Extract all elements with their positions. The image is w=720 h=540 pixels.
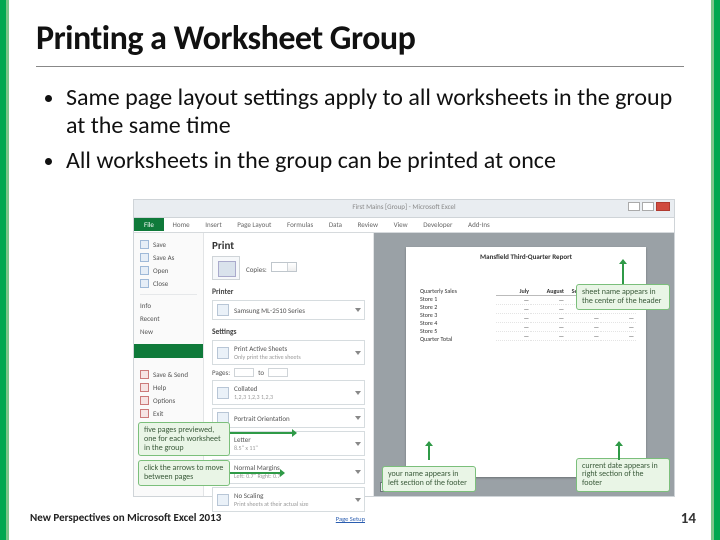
save-send-icon: [140, 370, 149, 379]
copies-label: Copies:: [246, 265, 267, 274]
chevron-down-icon: [355, 498, 361, 502]
nav-close[interactable]: Close: [140, 277, 197, 290]
setting-orientation[interactable]: Portrait Orientation: [212, 408, 365, 428]
pages-range: Pages:to: [212, 368, 365, 377]
pages-to-input[interactable]: [268, 368, 288, 377]
sheets-icon: [217, 347, 229, 359]
callout-name-footer-left: your name appears in left section of the…: [382, 466, 476, 492]
nav-exit[interactable]: Exit: [140, 407, 197, 420]
callout-arrow: [230, 472, 284, 474]
nav-recent[interactable]: Recent: [140, 312, 197, 325]
printer-name: Samsung ML-2510 Series: [234, 306, 305, 315]
tab-developer[interactable]: Developer: [416, 218, 459, 229]
tab-view[interactable]: View: [387, 218, 415, 229]
nav-options[interactable]: Options: [140, 394, 197, 407]
printer-section-label: Printer: [212, 288, 365, 297]
chevron-down-icon: [355, 351, 361, 355]
nav-save-as[interactable]: Save As: [140, 251, 197, 264]
nav-save-send[interactable]: Save & Send: [140, 368, 197, 381]
open-icon: [140, 266, 149, 275]
setting-scaling[interactable]: No ScalingPrint sheets at their actual s…: [212, 487, 365, 512]
save-icon: [140, 240, 149, 249]
print-heading: Print: [212, 239, 365, 252]
setting-scope[interactable]: Print Active SheetsOnly print the active…: [212, 340, 365, 365]
preview-header-center: Mansfield Third-Quarter Report: [480, 253, 572, 260]
help-icon: [140, 383, 149, 392]
bullet-item: Same page layout settings apply to all w…: [66, 84, 680, 141]
tab-data[interactable]: Data: [322, 218, 349, 229]
tab-insert[interactable]: Insert: [198, 218, 228, 229]
tab-formulas[interactable]: Formulas: [280, 218, 320, 229]
nav-footer-links: Save & Send Help Options Exit: [140, 368, 197, 420]
slide-accent-left: [0, 0, 6, 540]
options-icon: [140, 396, 149, 405]
copies-spinner[interactable]: [271, 262, 297, 272]
title-underline: [36, 66, 684, 67]
bullet-list: Same page layout settings apply to all w…: [46, 84, 680, 181]
chevron-down-icon: [355, 470, 361, 474]
callout-pages-previewed: five pages previewed, one for each works…: [138, 422, 230, 456]
slide-accent-right: [714, 0, 720, 540]
settings-section-label: Settings: [212, 328, 365, 337]
printer-select[interactable]: Samsung ML-2510 Series: [212, 300, 365, 320]
close-file-icon: [140, 279, 149, 288]
nav-separator: [140, 294, 197, 295]
nav-print-selected[interactable]: [134, 344, 203, 358]
printer-icon: [217, 304, 229, 316]
setting-paper-size[interactable]: Letter8.5" x 11": [212, 431, 365, 456]
window-title: First Mains [Group] - Microsoft Excel: [352, 202, 455, 211]
nav-new[interactable]: New: [140, 325, 197, 338]
callout-arrow: [230, 432, 296, 434]
callout-date-footer-right: current date appears in right section of…: [576, 458, 670, 492]
callout-sheet-name-header: sheet name appears in the center of the …: [576, 284, 670, 310]
ribbon-tabs: File Home Insert Page Layout Formulas Da…: [134, 218, 674, 233]
bullet-item: All worksheets in the group can be print…: [66, 147, 680, 175]
print-button-row: Copies:: [212, 256, 365, 280]
chevron-down-icon: [355, 308, 361, 312]
chevron-down-icon: [355, 391, 361, 395]
print-settings-column: Print Copies: Printer Samsung ML-2510 Se…: [204, 233, 374, 496]
page-setup-link[interactable]: Page Setup: [212, 515, 365, 523]
nav-open[interactable]: Open: [140, 264, 197, 277]
callout-arrow: [618, 442, 620, 460]
maximize-button[interactable]: [642, 202, 654, 211]
excel-print-screenshot: First Mains [Group] - Microsoft Excel Fi…: [134, 200, 674, 496]
nav-help[interactable]: Help: [140, 381, 197, 394]
preview-row-labels: Quarterly Sales Store 1 Store 2 Store 3 …: [420, 287, 494, 343]
tab-page-layout[interactable]: Page Layout: [230, 218, 278, 229]
minimize-button[interactable]: [628, 202, 640, 211]
setting-collate[interactable]: Collated1,2,3 1,2,3 1,2,3: [212, 380, 365, 405]
tab-addins[interactable]: Add-Ins: [461, 218, 497, 229]
callout-arrows-move: click the arrows to move between pages: [138, 460, 230, 486]
titlebar: First Mains [Group] - Microsoft Excel: [134, 200, 674, 218]
backstage-nav: Save Save As Open Close Info Recent New …: [134, 233, 204, 496]
slide: Printing a Worksheet Group Same page lay…: [0, 0, 720, 540]
slide-footer: New Perspectives on Microsoft Excel 2013: [30, 511, 221, 524]
copies-control: Copies:: [246, 262, 297, 274]
slide-title: Printing a Worksheet Group: [36, 18, 680, 59]
chevron-down-icon: [355, 442, 361, 446]
save-as-icon: [140, 253, 149, 262]
chevron-down-icon: [355, 416, 361, 420]
preview-page: Mansfield Third-Quarter Report Quarterly…: [406, 247, 646, 477]
nav-save[interactable]: Save: [140, 238, 197, 251]
scaling-icon: [217, 494, 229, 506]
tab-review[interactable]: Review: [351, 218, 385, 229]
tab-file[interactable]: File: [134, 218, 164, 231]
close-button[interactable]: [656, 202, 670, 211]
callout-arrow: [622, 260, 624, 284]
collate-icon: [217, 387, 229, 399]
callout-arrow: [428, 442, 430, 460]
nav-info[interactable]: Info: [140, 299, 197, 312]
exit-icon: [140, 409, 149, 418]
tab-home[interactable]: Home: [166, 218, 197, 229]
print-preview-pane: Mansfield Third-Quarter Report Quarterly…: [374, 233, 674, 496]
print-button[interactable]: [212, 256, 240, 280]
pages-from-input[interactable]: [234, 368, 254, 377]
slide-number: 14: [681, 510, 696, 528]
